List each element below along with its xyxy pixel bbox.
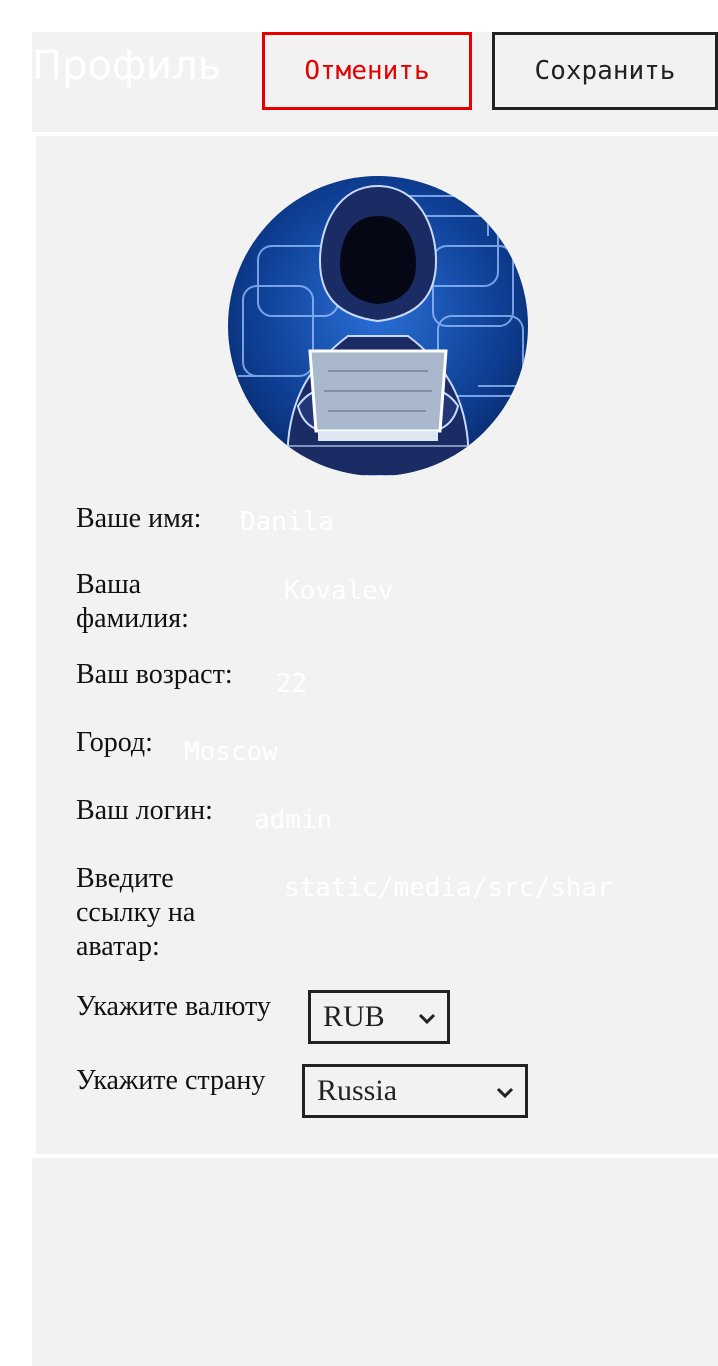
login-label: Ваш логин: (76, 795, 213, 826)
chevron-down-icon (417, 1000, 437, 1034)
page-title: Профиль (32, 43, 222, 89)
country-row: Укажите страну Russia (76, 1064, 676, 1120)
avatar-link-label-line: Введите (76, 863, 174, 894)
save-button[interactable]: Сохранить (492, 32, 718, 110)
age-label: Ваш возраст: (76, 659, 233, 690)
first-name-input[interactable] (240, 502, 620, 542)
age-input[interactable] (276, 664, 616, 704)
last-name-row: Ваша фамилия: (76, 568, 676, 638)
avatar-link-row: Введите ссылку на аватар: (76, 862, 686, 972)
country-select[interactable]: Russia (302, 1064, 528, 1118)
profile-card: Ваше имя: Ваша фамилия: Ваш возраст: Гор… (32, 132, 718, 1158)
first-name-row: Ваше имя: (76, 502, 676, 542)
avatar-link-label-line: ссылку на (76, 897, 196, 928)
login-input[interactable] (254, 800, 634, 840)
currency-selected-value: RUB (323, 1000, 385, 1033)
avatar-link-label-line: аватар: (76, 931, 160, 962)
age-row: Ваш возраст: (76, 658, 676, 704)
city-row: Город: (76, 726, 676, 772)
first-name-label: Ваше имя: (76, 503, 202, 534)
avatar-link-label: Введите ссылку на аватар: (76, 862, 195, 964)
last-name-label-line: Ваша (76, 569, 142, 600)
last-name-input[interactable] (284, 571, 644, 611)
login-row: Ваш логин: (76, 794, 676, 840)
country-selected-value: Russia (317, 1074, 398, 1107)
country-label: Укажите страну (76, 1065, 266, 1096)
city-label: Город: (76, 727, 153, 758)
profile-page: Профиль Отменить Сохранить Ваше имя: Dan… (32, 32, 718, 1366)
city-input[interactable] (184, 732, 604, 772)
cancel-button[interactable]: Отменить (262, 32, 472, 110)
currency-row: Укажите валюту RUB (76, 990, 676, 1046)
last-name-label: Ваша фамилия: (76, 568, 189, 636)
currency-select[interactable]: RUB (308, 990, 450, 1044)
currency-label: Укажите валюту (76, 991, 271, 1022)
last-name-label-line: фамилия: (76, 603, 189, 634)
chevron-down-icon (495, 1074, 515, 1108)
page-header: Профиль Отменить Сохранить (32, 32, 718, 132)
hacker-avatar-icon (228, 176, 528, 476)
avatar-link-input[interactable] (284, 868, 644, 908)
